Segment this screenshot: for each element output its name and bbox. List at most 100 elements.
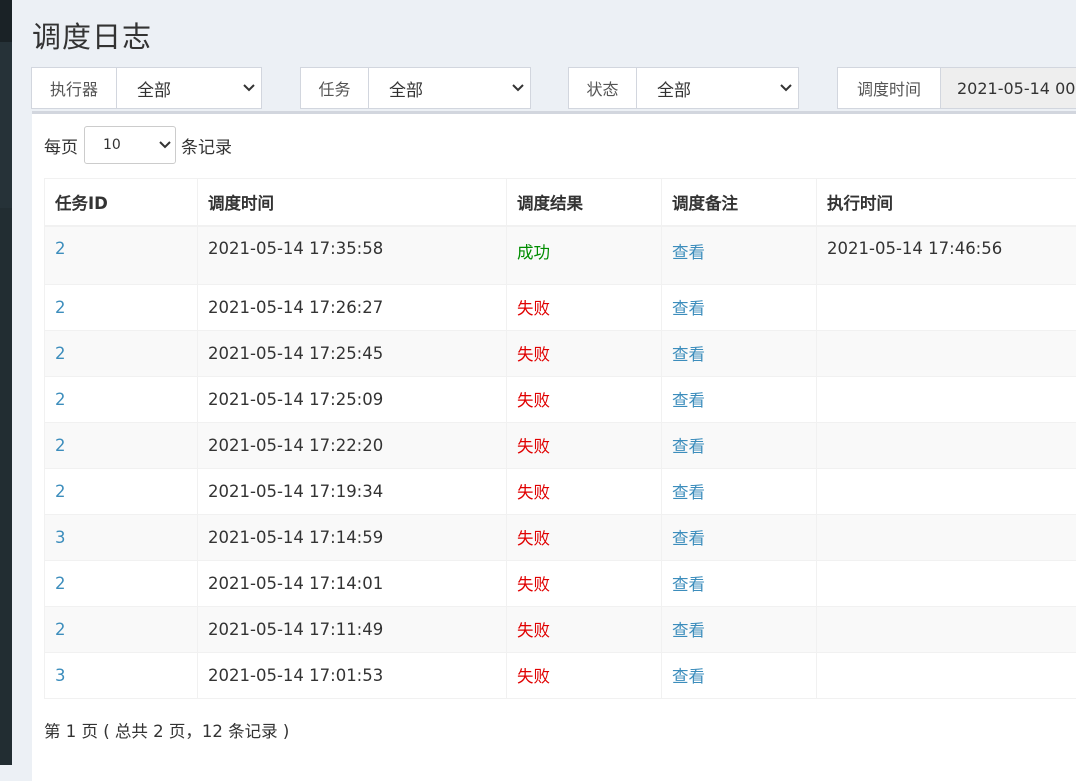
view-note-link[interactable]: 查看: [672, 391, 705, 410]
cell-trigger-result: 失败: [507, 606, 662, 652]
cell-trigger-note: 查看: [662, 606, 817, 652]
cell-trigger-result: 失败: [507, 514, 662, 560]
log-panel: 每页 10 条记录 任务ID 调度时间 调度结果 调度备注 执行时间 2 202…: [32, 111, 1076, 781]
table-row: 2 2021-05-14 17:26:27 失败 查看: [45, 284, 1076, 330]
cell-trigger-note: 查看: [662, 468, 817, 514]
view-note-link[interactable]: 查看: [672, 345, 705, 364]
chevron-down-icon: [512, 83, 524, 93]
status-filter-label: 状态: [569, 68, 637, 108]
cell-trigger-note: 查看: [662, 330, 817, 376]
cell-trigger-time: 2021-05-14 17:14:01: [198, 560, 507, 606]
cell-trigger-result: 失败: [507, 468, 662, 514]
cell-trigger-note: 查看: [662, 652, 817, 698]
cell-trigger-result: 失败: [507, 652, 662, 698]
task-select[interactable]: 全部: [369, 68, 530, 108]
view-note-link[interactable]: 查看: [672, 437, 705, 456]
result-fail: 失败: [517, 621, 550, 640]
cell-trigger-time: 2021-05-14 17:35:58: [198, 226, 507, 284]
result-fail: 失败: [517, 575, 550, 594]
cell-trigger-result: 失败: [507, 284, 662, 330]
cell-handle-time: [817, 606, 1076, 652]
status-select[interactable]: 全部: [637, 68, 798, 108]
cell-task-id: 3: [45, 514, 198, 560]
view-note-link[interactable]: 查看: [672, 483, 705, 502]
cell-task-id: 2: [45, 422, 198, 468]
column-header-handle-time[interactable]: 执行时间: [817, 179, 1076, 227]
view-note-link[interactable]: 查看: [672, 575, 705, 594]
executor-filter: 执行器 全部: [31, 67, 262, 109]
page-title: 调度日志: [32, 14, 152, 56]
executor-select[interactable]: 全部: [117, 68, 261, 108]
log-table: 任务ID 调度时间 调度结果 调度备注 执行时间 2 2021-05-14 17…: [44, 178, 1076, 699]
task-id-link[interactable]: 3: [55, 666, 66, 685]
view-note-link[interactable]: 查看: [672, 243, 705, 262]
task-id-link[interactable]: 2: [55, 574, 66, 593]
cell-task-id: 2: [45, 468, 198, 514]
task-id-link[interactable]: 2: [55, 482, 66, 501]
cell-handle-time: [817, 376, 1076, 422]
view-note-link[interactable]: 查看: [672, 667, 705, 686]
cell-trigger-note: 查看: [662, 560, 817, 606]
column-header-task-id[interactable]: 任务ID: [45, 179, 198, 227]
cell-trigger-note: 查看: [662, 514, 817, 560]
cell-handle-time: [817, 330, 1076, 376]
view-note-link[interactable]: 查看: [672, 529, 705, 548]
cell-trigger-result: 失败: [507, 330, 662, 376]
cell-trigger-time: 2021-05-14 17:26:27: [198, 284, 507, 330]
page-length-control: 每页 10 条记录: [44, 126, 232, 164]
cell-task-id: 2: [45, 330, 198, 376]
cell-trigger-time: 2021-05-14 17:01:53: [198, 652, 507, 698]
table-row: 3 2021-05-14 17:01:53 失败 查看: [45, 652, 1076, 698]
table-row: 2 2021-05-14 17:25:45 失败 查看: [45, 330, 1076, 376]
table-row: 2 2021-05-14 17:11:49 失败 查看: [45, 606, 1076, 652]
cell-trigger-result: 失败: [507, 560, 662, 606]
result-fail: 失败: [517, 299, 550, 318]
cell-trigger-note: 查看: [662, 284, 817, 330]
table-row: 3 2021-05-14 17:14:59 失败 查看: [45, 514, 1076, 560]
task-id-link[interactable]: 2: [55, 344, 66, 363]
chevron-down-icon: [243, 83, 255, 93]
cell-handle-time: [817, 560, 1076, 606]
cell-task-id: 2: [45, 226, 198, 284]
table-row: 2 2021-05-14 17:14:01 失败 查看: [45, 560, 1076, 606]
cell-handle-time: [817, 422, 1076, 468]
cell-trigger-time: 2021-05-14 17:25:09: [198, 376, 507, 422]
cell-task-id: 3: [45, 652, 198, 698]
task-id-link[interactable]: 2: [55, 436, 66, 455]
cell-handle-time: [817, 284, 1076, 330]
view-note-link[interactable]: 查看: [672, 621, 705, 640]
view-note-link[interactable]: 查看: [672, 299, 705, 318]
column-header-trigger-time[interactable]: 调度时间: [198, 179, 507, 227]
result-fail: 失败: [517, 529, 550, 548]
cell-handle-time: [817, 514, 1076, 560]
table-header-row: 任务ID 调度时间 调度结果 调度备注 执行时间: [45, 179, 1076, 227]
sidebar-edge-section: [0, 42, 12, 208]
cell-task-id: 2: [45, 284, 198, 330]
executor-filter-label: 执行器: [32, 68, 117, 108]
column-header-trigger-result[interactable]: 调度结果: [507, 179, 662, 227]
cell-trigger-result: 失败: [507, 376, 662, 422]
cell-trigger-time: 2021-05-14 17:22:20: [198, 422, 507, 468]
page-length-value: 10: [103, 137, 121, 153]
task-id-link[interactable]: 2: [55, 620, 66, 639]
task-id-link[interactable]: 2: [55, 390, 66, 409]
task-id-link[interactable]: 2: [55, 298, 66, 317]
result-fail: 失败: [517, 345, 550, 364]
table-row: 2 2021-05-14 17:35:58 成功 查看 2021-05-14 1…: [45, 226, 1076, 284]
task-id-link[interactable]: 3: [55, 528, 66, 547]
task-id-link[interactable]: 2: [55, 239, 66, 258]
cell-task-id: 2: [45, 376, 198, 422]
page-length-select[interactable]: 10: [84, 126, 176, 164]
time-range-input[interactable]: 2021-05-14 00:0: [941, 68, 1076, 108]
result-fail: 失败: [517, 437, 550, 456]
executor-select-value: 全部: [137, 76, 171, 101]
result-success: 成功: [517, 243, 550, 262]
pagination-info: 第 1 页 ( 总共 2 页，12 条记录 ): [44, 718, 289, 742]
column-header-trigger-note[interactable]: 调度备注: [662, 179, 817, 227]
cell-handle-time: [817, 652, 1076, 698]
page-length-suffix: 条记录: [181, 133, 232, 158]
cell-trigger-note: 查看: [662, 376, 817, 422]
time-filter-label: 调度时间: [838, 68, 941, 108]
sidebar-edge: [0, 0, 12, 765]
cell-task-id: 2: [45, 560, 198, 606]
